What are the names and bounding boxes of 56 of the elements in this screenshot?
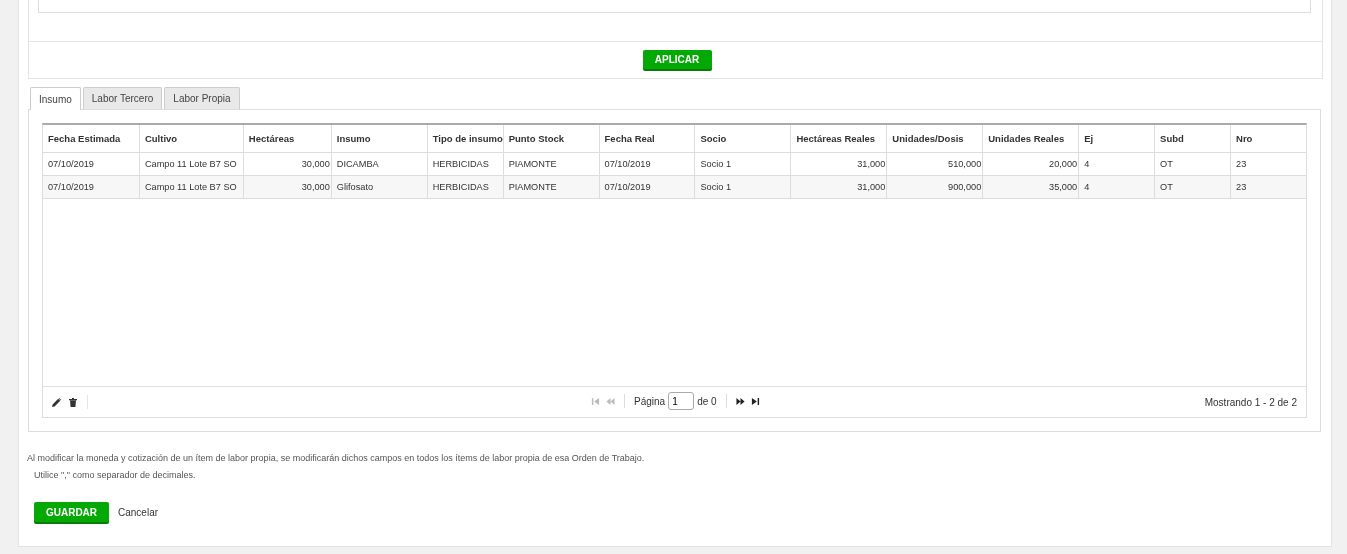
table-cell: HERBICIDAS: [427, 153, 504, 175]
column-header[interactable]: Nro: [1231, 125, 1306, 152]
table-cell: Campo 11 Lote B7 SO: [139, 176, 244, 198]
table-cell: 4: [1079, 153, 1156, 175]
table-cell: 30,000: [243, 176, 332, 198]
table-cell: 510,000: [887, 153, 984, 175]
table-cell: 31,000: [791, 176, 888, 198]
table-cell: 07/10/2019: [43, 176, 140, 198]
table-cell: Campo 11 Lote B7 SO: [139, 153, 244, 175]
table-cell: HERBICIDAS: [427, 176, 504, 198]
column-header[interactable]: Hectáreas Reales: [791, 125, 888, 152]
table-cell: Glifosato: [331, 176, 428, 198]
column-header[interactable]: Unidades Reales: [983, 125, 1080, 152]
tab[interactable]: Labor Propia: [164, 87, 240, 109]
column-header[interactable]: Hectáreas: [243, 125, 332, 152]
page-input[interactable]: 1: [668, 392, 695, 410]
table-cell: 4: [1079, 176, 1156, 198]
trash-icon[interactable]: [69, 397, 77, 407]
table-cell: OT: [1155, 176, 1232, 198]
tab[interactable]: Insumo: [30, 87, 81, 110]
column-header[interactable]: Punto Stock: [503, 125, 600, 152]
info-text: Al modificar la moneda y cotización de un ítem de labor propia, se modificarán dichos campos en todos los ítems de labor propia de esa Orden de Trabajo.: [27, 453, 646, 463]
table-cell: 20,000: [983, 153, 1080, 175]
hint-text: Utilice "," como separador de decimales.: [34, 470, 197, 480]
tab[interactable]: Labor Tercero: [82, 87, 163, 109]
column-header[interactable]: Insumo: [331, 125, 428, 152]
column-header[interactable]: Fecha Estimada: [43, 125, 140, 152]
table-cell-text: 23: [1235, 158, 1248, 171]
table-cell-text: 23: [1235, 181, 1248, 194]
record-count: Mostrando 1 - 2 de 2: [1204, 396, 1297, 408]
cancel-link[interactable]: Cancelar: [118, 506, 159, 518]
table-cell: Socio 1: [695, 176, 792, 198]
table-cell: PIAMONTE: [503, 153, 600, 175]
table-cell: Socio 1: [695, 153, 792, 175]
page-label: Página: [634, 395, 666, 407]
table-cell: 07/10/2019: [599, 153, 696, 175]
table-cell: 900,000: [887, 176, 984, 198]
column-header[interactable]: Fecha Real: [599, 125, 696, 152]
table-cell: 30,000: [243, 153, 332, 175]
column-header[interactable]: Tipo de insumo: [427, 125, 504, 152]
column-header[interactable]: Unidades/Dosis: [887, 125, 984, 152]
table-cell: DICAMBA: [331, 153, 428, 175]
table-cell: 31,000: [791, 153, 888, 175]
column-header[interactable]: Socio: [695, 125, 792, 152]
next-page-icon[interactable]: [735, 396, 745, 406]
column-header[interactable]: Cultivo: [139, 125, 244, 152]
table-cell: 35,000: [983, 176, 1080, 198]
pencil-icon[interactable]: [52, 397, 61, 407]
column-header[interactable]: Ej: [1079, 125, 1156, 152]
table-cell: 07/10/2019: [599, 176, 696, 198]
table-cell: 07/10/2019: [43, 153, 140, 175]
table-cell: PIAMONTE: [503, 176, 600, 198]
column-header[interactable]: Subd: [1155, 125, 1232, 152]
page-count: de 0: [697, 395, 717, 407]
last-page-icon[interactable]: [750, 396, 760, 406]
table-cell: OT: [1155, 153, 1232, 175]
